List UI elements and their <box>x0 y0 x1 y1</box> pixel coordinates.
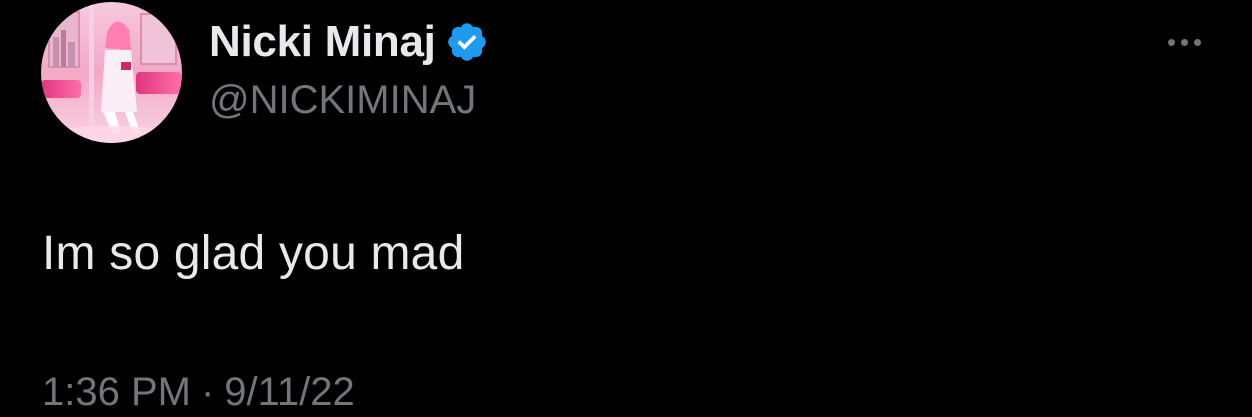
avatar[interactable] <box>41 2 182 143</box>
author-name-row: Nicki Minaj <box>209 14 489 70</box>
tweet-timestamp: 1:36 PM · 9/11/22 <box>42 370 355 415</box>
avatar-image <box>41 2 182 143</box>
more-options-dot <box>1167 38 1175 46</box>
tweet-date[interactable]: 9/11/22 <box>224 370 355 415</box>
verified-badge-icon[interactable] <box>445 20 489 64</box>
more-options-dot <box>1193 38 1201 46</box>
tweet-text: Im so glad you mad <box>42 227 465 280</box>
tweet-time[interactable]: 1:36 PM <box>42 370 191 415</box>
author-display-name[interactable]: Nicki Minaj <box>209 17 436 67</box>
more-options-dot <box>1180 38 1188 46</box>
author-handle[interactable]: @NICKIMINAJ <box>209 78 476 123</box>
tweet-card: Nicki Minaj @NICKIMINAJ Im so glad you m… <box>0 0 1252 417</box>
timestamp-separator: · <box>200 370 215 414</box>
more-options-button[interactable] <box>1156 22 1212 62</box>
